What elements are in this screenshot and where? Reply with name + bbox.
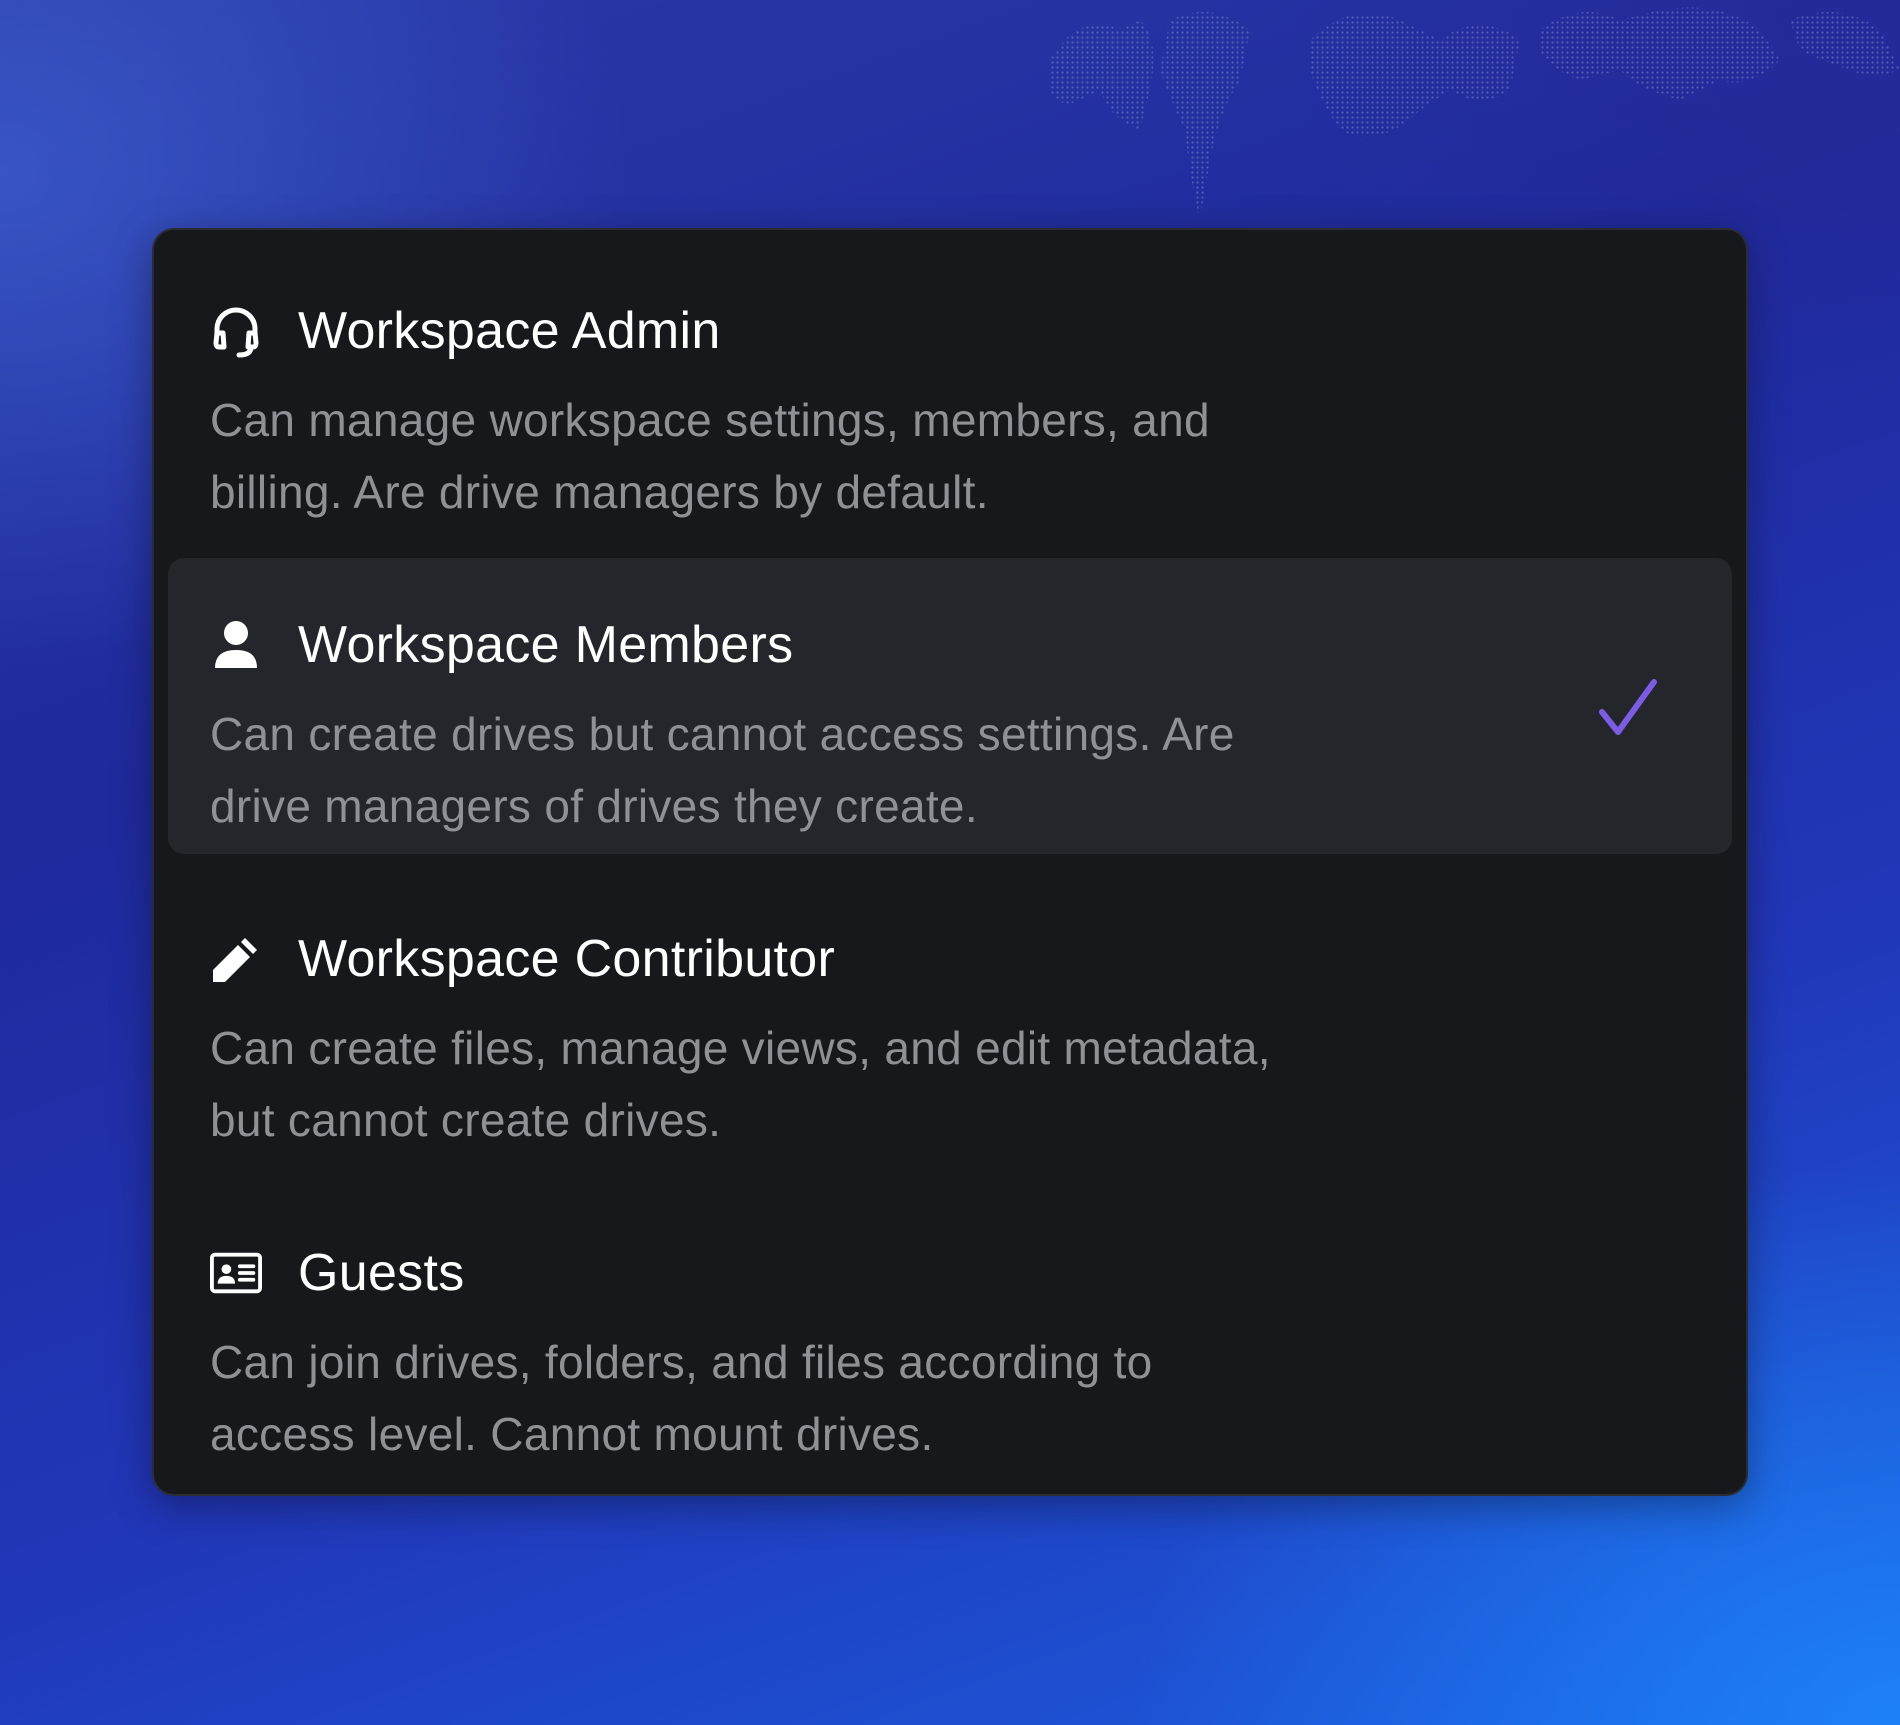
role-option-workspace-contributor[interactable]: Workspace Contributor Can create files, … [168,872,1732,1168]
role-option-workspace-admin[interactable]: Workspace Admin Can manage workspace set… [168,244,1732,540]
person-icon [210,619,262,671]
role-option-workspace-members[interactable]: Workspace Members Can create drives but … [168,558,1732,854]
role-description: Can create drives but cannot access sett… [210,708,1235,832]
role-header: Workspace Admin [210,300,1692,362]
id-card-icon [210,1247,262,1299]
role-list-panel: Workspace Admin Can manage workspace set… [152,228,1748,1496]
headset-icon [210,305,262,358]
role-header: Workspace Members [210,614,1692,676]
checkmark-icon [1599,679,1657,735]
role-title: Workspace Contributor [298,930,836,988]
role-description: Can manage workspace settings, members, … [210,394,1210,518]
role-title: Guests [298,1244,465,1302]
role-description: Can create files, manage views, and edit… [210,1022,1271,1146]
role-header: Workspace Contributor [210,928,1692,990]
role-title: Workspace Admin [298,302,721,360]
role-description: Can join drives, folders, and files acco… [210,1336,1153,1460]
role-header: Guests [210,1242,1692,1304]
pencil-icon [210,933,262,985]
background-texture [1050,7,1900,220]
role-option-guests[interactable]: Guests Can join drives, folders, and fil… [168,1186,1732,1482]
role-title: Workspace Members [298,616,794,674]
